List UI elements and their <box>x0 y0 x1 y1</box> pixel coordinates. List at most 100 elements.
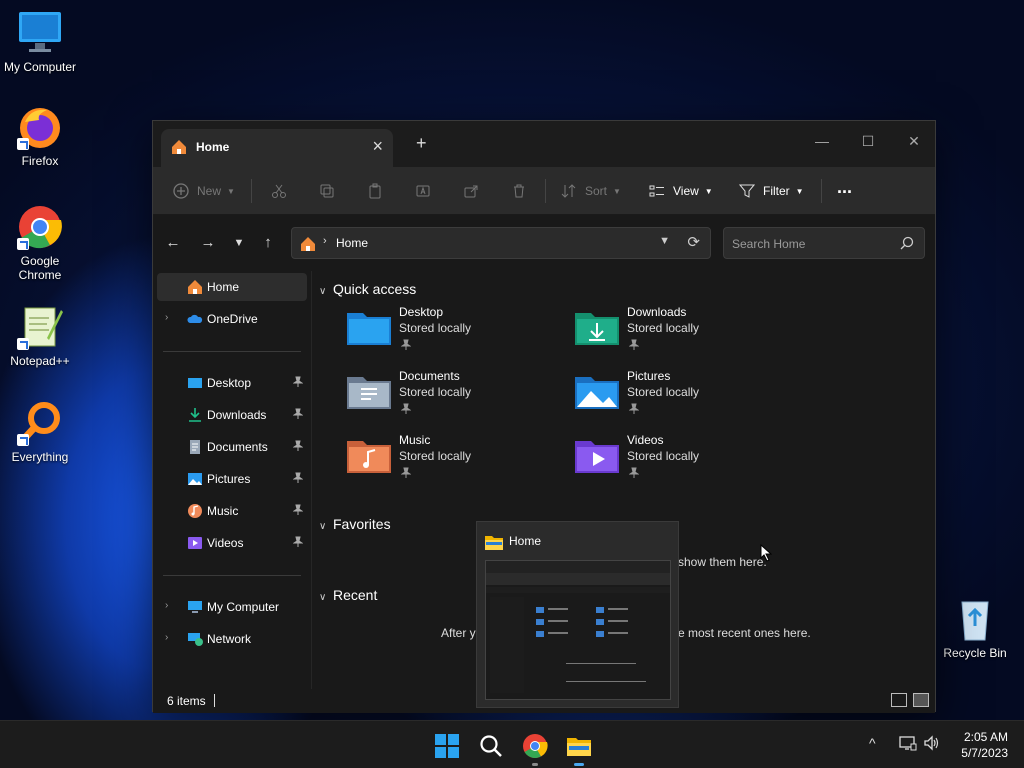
more-options-button[interactable]: ... <box>837 175 852 199</box>
expand-chevron-icon[interactable]: › <box>165 632 168 643</box>
taskbar-thumbnail-preview[interactable]: Home <box>476 521 679 708</box>
expand-chevron-icon[interactable]: › <box>165 600 168 611</box>
volume-icon[interactable] <box>923 735 941 754</box>
section-quick-access[interactable]: ∨ Quick access <box>319 281 416 297</box>
address-dropdown-icon[interactable]: ▼ <box>659 235 670 247</box>
search-button[interactable] <box>478 733 504 759</box>
sidebar-item-pictures[interactable]: Pictures <box>157 465 307 493</box>
filter-icon <box>739 184 755 198</box>
sidebar-item-network[interactable]: › Network <box>157 625 307 653</box>
search-input[interactable] <box>732 234 892 254</box>
view-button[interactable]: View ▼ <box>649 179 713 203</box>
up-arrow-icon[interactable]: ↑ <box>256 231 280 255</box>
folder-name: Downloads <box>627 305 687 319</box>
pin-icon <box>292 472 304 487</box>
desktop-icon-notepadpp[interactable]: Notepad++ <box>0 304 80 368</box>
windows-logo-icon <box>435 734 459 758</box>
taskbar: ^ 2:05 AM 5/7/2023 <box>0 720 1024 768</box>
refresh-icon[interactable]: ⟳ <box>687 233 700 251</box>
shortcut-arrow-icon <box>17 238 29 250</box>
new-button[interactable]: New ▼ <box>173 179 235 203</box>
show-hidden-icons-chevron-icon[interactable]: ^ <box>869 735 876 751</box>
sidebar-item-onedrive[interactable]: › OneDrive <box>157 305 307 333</box>
sidebar-item-home[interactable]: Home <box>157 273 307 301</box>
onedrive-icon <box>187 311 203 327</box>
expand-chevron-icon[interactable]: › <box>165 312 168 323</box>
folder-videos[interactable]: Videos Stored locally <box>541 429 751 485</box>
close-tab-icon[interactable]: × <box>372 136 383 157</box>
system-clock[interactable]: 2:05 AM 5/7/2023 <box>961 729 1008 761</box>
pin-icon <box>292 536 304 551</box>
folder-documents[interactable]: Documents Stored locally <box>313 365 523 421</box>
sidebar-item-downloads[interactable]: Downloads <box>157 401 307 429</box>
rename-button[interactable] <box>415 179 439 203</box>
desktop-icon-my-computer[interactable]: My Computer <box>0 10 80 74</box>
start-button[interactable] <box>434 733 460 759</box>
collapse-chevron-icon: ∨ <box>319 521 327 532</box>
pane-divider[interactable] <box>311 271 312 689</box>
desktop-icon-chrome[interactable]: Google Chrome <box>0 204 80 282</box>
desktop-folder-icon <box>347 309 391 345</box>
title-bar[interactable]: Home × + — ☐ ✕ <box>153 121 935 167</box>
pin-icon <box>628 403 640 418</box>
sidebar-item-desktop[interactable]: Desktop <box>157 369 307 397</box>
cut-button[interactable] <box>271 179 295 203</box>
pictures-icon <box>187 471 203 487</box>
details-view-icon[interactable] <box>891 693 907 707</box>
search-box[interactable] <box>723 227 925 259</box>
toolbar-separator <box>545 179 546 203</box>
address-bar[interactable]: › Home ▼ ⟳ <box>291 227 711 259</box>
preview-thumbnail <box>485 560 671 700</box>
sidebar-item-label: Music <box>207 504 239 518</box>
pin-icon <box>400 467 412 482</box>
navigation-row: ← → ▼ ↑ › Home ▼ ⟳ <box>153 215 935 271</box>
folder-name: Pictures <box>627 369 671 383</box>
desktop-icon-everything[interactable]: Everything <box>0 400 80 464</box>
sidebar-item-documents[interactable]: Documents <box>157 433 307 461</box>
file-explorer-icon <box>567 738 591 756</box>
documents-icon <box>187 439 203 455</box>
sidebar-item-label: OneDrive <box>207 312 258 326</box>
new-tab-button[interactable]: + <box>416 133 427 154</box>
sidebar-item-label: Pictures <box>207 472 251 486</box>
firefox-icon <box>17 104 63 150</box>
breadcrumb-home[interactable]: Home <box>336 236 368 250</box>
sidebar-item-music[interactable]: Music <box>157 497 307 525</box>
taskbar-file-explorer[interactable] <box>566 733 592 766</box>
copy-button[interactable] <box>319 179 343 203</box>
section-recent[interactable]: ∨ Recent <box>319 587 377 603</box>
folder-pictures[interactable]: Pictures Stored locally <box>541 365 751 421</box>
sort-button[interactable]: Sort ▼ <box>561 179 621 203</box>
folder-status: Stored locally <box>627 321 700 335</box>
computer-icon <box>17 10 63 56</box>
minimize-button[interactable]: — <box>799 127 845 155</box>
recent-locations-chevron-icon[interactable]: ▼ <box>227 231 251 255</box>
forward-arrow-icon[interactable]: → <box>196 231 220 255</box>
item-count: 6 items <box>167 694 206 708</box>
folder-downloads[interactable]: Downloads Stored locally <box>541 301 751 357</box>
filter-button[interactable]: Filter ▼ <box>739 179 804 203</box>
delete-button[interactable] <box>511 179 535 203</box>
share-button[interactable] <box>463 179 487 203</box>
videos-folder-icon <box>575 437 619 473</box>
taskbar-chrome[interactable] <box>522 733 548 766</box>
folder-desktop[interactable]: Desktop Stored locally <box>313 301 523 357</box>
section-favorites[interactable]: ∨ Favorites <box>319 516 391 532</box>
status-divider <box>214 694 215 707</box>
download-icon <box>187 407 203 423</box>
sidebar-item-videos[interactable]: Videos <box>157 529 307 557</box>
close-window-button[interactable]: ✕ <box>891 127 937 155</box>
desktop-icon-recycle-bin[interactable]: Recycle Bin <box>935 596 1015 660</box>
folder-music[interactable]: Music Stored locally <box>313 429 523 485</box>
pin-icon <box>292 376 304 391</box>
back-arrow-icon[interactable]: ← <box>161 231 185 255</box>
tab-home[interactable]: Home × <box>161 129 393 167</box>
collapse-chevron-icon: ∨ <box>319 592 327 603</box>
maximize-button[interactable]: ☐ <box>845 127 891 155</box>
desktop-icon-label: Firefox <box>21 154 59 168</box>
paste-button[interactable] <box>367 179 391 203</box>
tiles-view-icon[interactable] <box>913 693 929 707</box>
network-status-icon[interactable] <box>899 735 917 754</box>
sidebar-item-my-computer[interactable]: › My Computer <box>157 593 307 621</box>
desktop-icon-firefox[interactable]: Firefox <box>0 104 80 168</box>
